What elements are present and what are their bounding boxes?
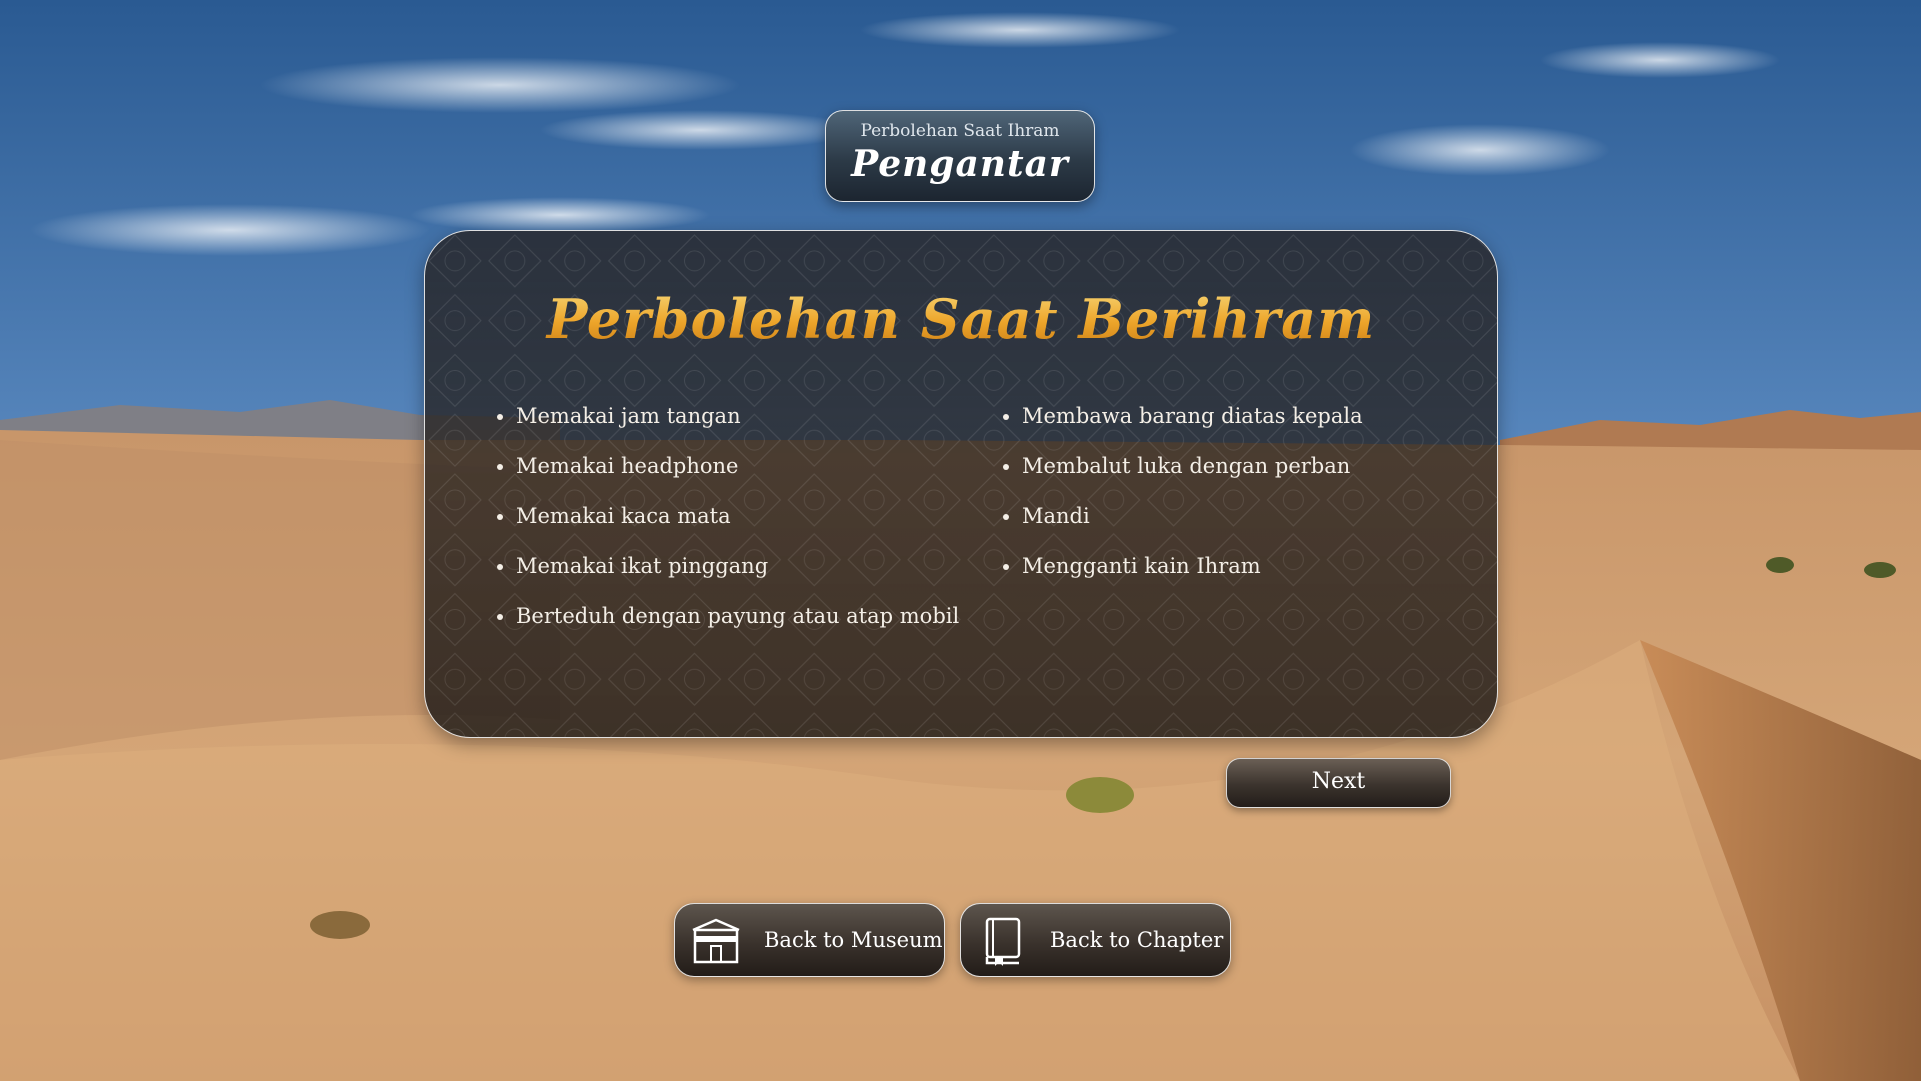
book-icon (985, 917, 1021, 966)
list-item: Memakai kaca mata (497, 503, 959, 553)
header-subtitle: Perbolehan Saat Ihram (860, 121, 1060, 141)
header-title: Pengantar (851, 143, 1069, 185)
panel-title: Perbolehan Saat Berihram (425, 287, 1497, 351)
list-item: Mandi (1003, 503, 1363, 553)
kaaba-icon (692, 918, 740, 964)
allowed-list-right: Membawa barang diatas kepala Membalut lu… (1003, 403, 1363, 603)
next-button[interactable]: Next (1226, 758, 1451, 808)
app-screen: Perbolehan Saat Ihram Pengantar Perboleh… (0, 0, 1921, 1081)
chapter-header: Perbolehan Saat Ihram Pengantar (825, 110, 1095, 202)
content-panel: Perbolehan Saat Berihram Memakai jam tan… (424, 230, 1498, 738)
back-to-museum-button[interactable]: Back to Museum (674, 903, 945, 977)
back-to-chapter-button[interactable]: Back to Chapter (960, 903, 1231, 977)
list-item: Berteduh dengan payung atau atap mobil (497, 603, 959, 653)
allowed-list-left: Memakai jam tangan Memakai headphone Mem… (497, 403, 959, 653)
list-item: Memakai jam tangan (497, 403, 959, 453)
back-to-chapter-label: Back to Chapter (1050, 928, 1224, 952)
list-item: Membawa barang diatas kepala (1003, 403, 1363, 453)
list-item: Mengganti kain Ihram (1003, 553, 1363, 603)
list-item: Memakai headphone (497, 453, 959, 503)
back-to-museum-label: Back to Museum (764, 928, 943, 952)
list-item: Memakai ikat pinggang (497, 553, 959, 603)
list-item: Membalut luka dengan perban (1003, 453, 1363, 503)
